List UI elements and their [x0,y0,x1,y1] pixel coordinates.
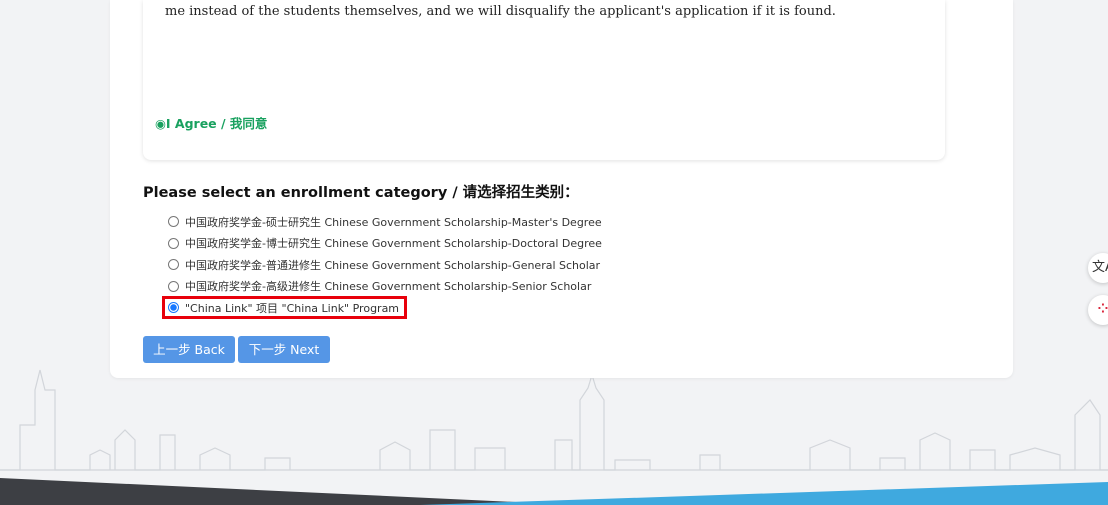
option-label: 中国政府奖学金-硕士研究生 Chinese Government Scholar… [185,215,602,229]
back-button[interactable]: 上一步 Back [143,336,235,363]
radio-button[interactable] [168,216,179,228]
selection-highlight-box [162,296,407,319]
option-label: 中国政府奖学金-高级进修生 Chinese Government Scholar… [185,280,592,294]
agree-radio[interactable]: ◉I Agree / 我同意 [155,113,267,132]
option-label: 中国政府奖学金-博士研究生 Chinese Government Scholar… [185,237,602,251]
radio-button[interactable] [168,237,179,249]
enrollment-category-title: Please select an enrollment category / 请… [143,185,579,201]
radio-button[interactable] [168,259,179,271]
option-doctoral-degree[interactable]: 中国政府奖学金-博士研究生 Chinese Government Scholar… [168,233,602,255]
option-general-scholar[interactable]: 中国政府奖学金-普通进修生 Chinese Government Scholar… [168,254,602,276]
agreement-panel: me instead of the students themselves, a… [143,0,945,160]
next-button[interactable]: 下一步 Next [238,336,330,363]
radio-button[interactable] [168,280,179,292]
option-label: 中国政府奖学金-普通进修生 Chinese Government Scholar… [185,258,601,272]
translate-icon[interactable]: 文A [1088,253,1108,283]
option-senior-scholar[interactable]: 中国政府奖学金-高级进修生 Chinese Government Scholar… [168,276,602,298]
option-master-degree[interactable]: 中国政府奖学金-硕士研究生 Chinese Government Scholar… [168,211,602,233]
share-icon[interactable]: ⁘ [1088,295,1108,325]
terms-text: me instead of the students themselves, a… [165,4,836,19]
